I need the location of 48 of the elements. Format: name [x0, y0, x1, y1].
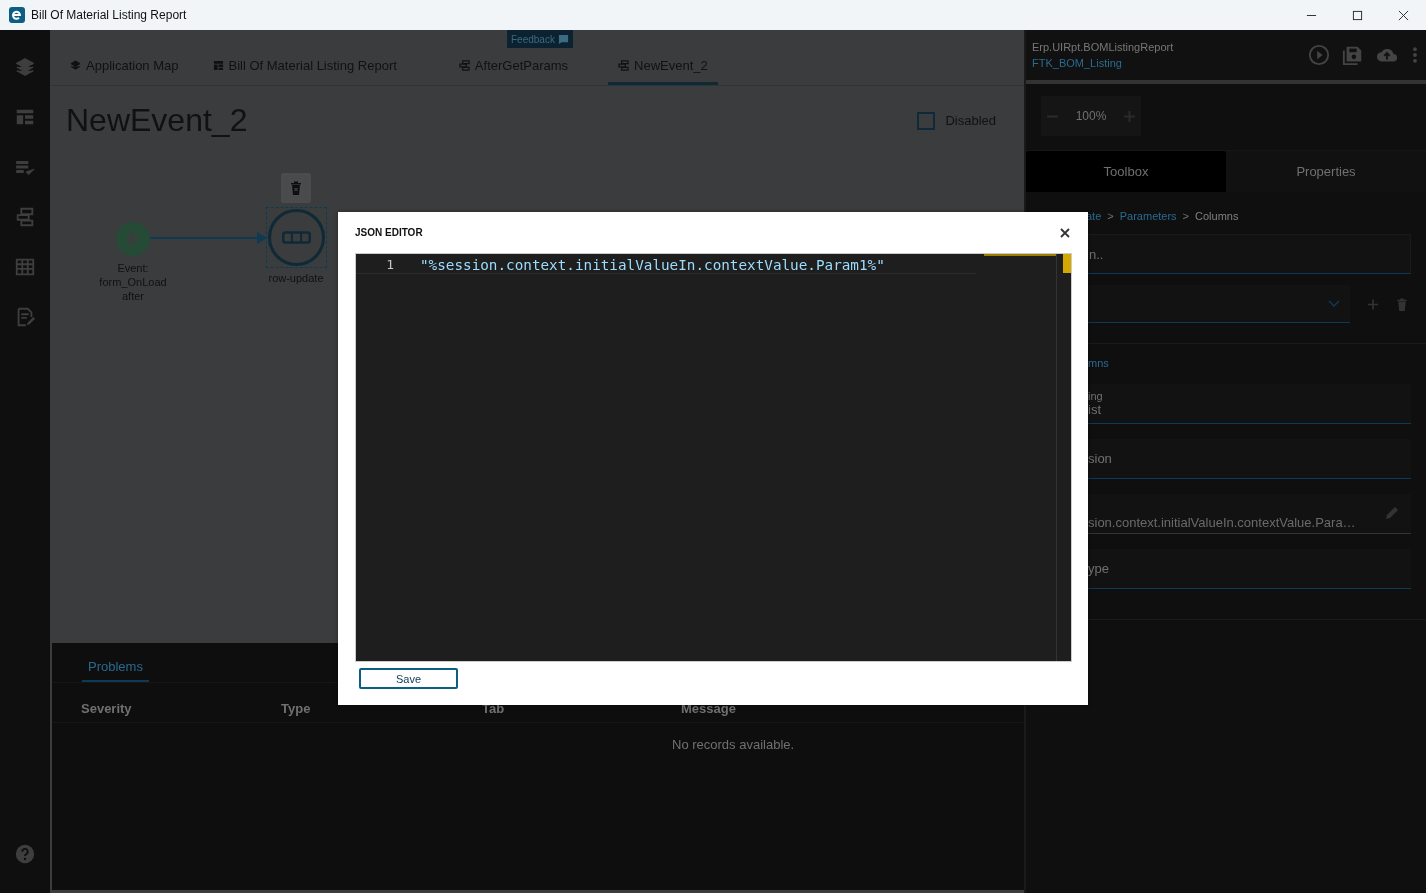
- stack-icon: [458, 60, 470, 71]
- layers-icon: [70, 60, 81, 71]
- breadcrumb-link[interactable]: Parameters: [1119, 210, 1177, 222]
- checkbox[interactable]: [917, 111, 936, 130]
- breadcrumb-separator: >: [1182, 210, 1190, 222]
- help-icon[interactable]: [14, 843, 36, 865]
- stack-icon: [618, 60, 630, 71]
- plus-icon[interactable]: [1367, 297, 1379, 311]
- delete-button[interactable]: [281, 173, 311, 203]
- code-line: "%session.context.initialValueIn.contextValue.Param1%": [420, 256, 885, 273]
- action-node[interactable]: [267, 209, 325, 266]
- tab[interactable]: Problems: [82, 655, 149, 682]
- start-event-node[interactable]: [116, 222, 150, 256]
- comment-icon: [557, 33, 569, 45]
- chevron-down-icon: [1328, 299, 1340, 308]
- code-editor[interactable]: 1 "%session.context.initialValueIn.contextValue.Param1%": [355, 253, 1072, 662]
- layout-icon: [212, 60, 224, 71]
- maximize-icon: [1351, 9, 1363, 21]
- save-icon[interactable]: [1342, 44, 1364, 66]
- line-number: 1: [385, 257, 394, 272]
- trash-icon: [290, 181, 302, 195]
- column-header: Severity: [81, 701, 133, 716]
- trash-icon[interactable]: [1396, 297, 1408, 311]
- empty-message: No records available.: [672, 737, 796, 752]
- column-header: Message: [681, 701, 737, 716]
- layers-icon[interactable]: [14, 56, 36, 78]
- breadcrumb-current: Columns: [1195, 210, 1239, 222]
- save-button[interactable]: Save: [359, 668, 458, 689]
- app-logo-icon: [9, 7, 25, 23]
- close-icon: [1060, 227, 1070, 238]
- grid-icon[interactable]: [14, 256, 36, 278]
- report-name-link[interactable]: FTK_BOM_Listing: [1032, 57, 1174, 69]
- breadcrumb-separator: >: [1107, 210, 1114, 222]
- window-title: Bill Of Material Listing Report: [31, 8, 187, 22]
- stack-icon[interactable]: [14, 206, 36, 228]
- section-title: mns: [1087, 356, 1110, 369]
- pencil-icon[interactable]: [1385, 506, 1399, 520]
- feedback-button[interactable]: Feedback: [507, 30, 573, 48]
- report-path: Erp.UIRpt.BOMListingReport: [1032, 41, 1174, 53]
- tab[interactable]: Toolbox: [1026, 151, 1226, 192]
- close-button[interactable]: [1058, 225, 1072, 240]
- close-icon: [1397, 9, 1409, 21]
- play-icon[interactable]: [1308, 44, 1330, 66]
- dialog-title: JSON EDITOR: [355, 227, 423, 238]
- column-header: Type: [281, 701, 312, 716]
- more-icon[interactable]: [1412, 45, 1418, 65]
- scroll-marker: [1063, 254, 1071, 273]
- zoom-value: 100%: [1075, 109, 1107, 123]
